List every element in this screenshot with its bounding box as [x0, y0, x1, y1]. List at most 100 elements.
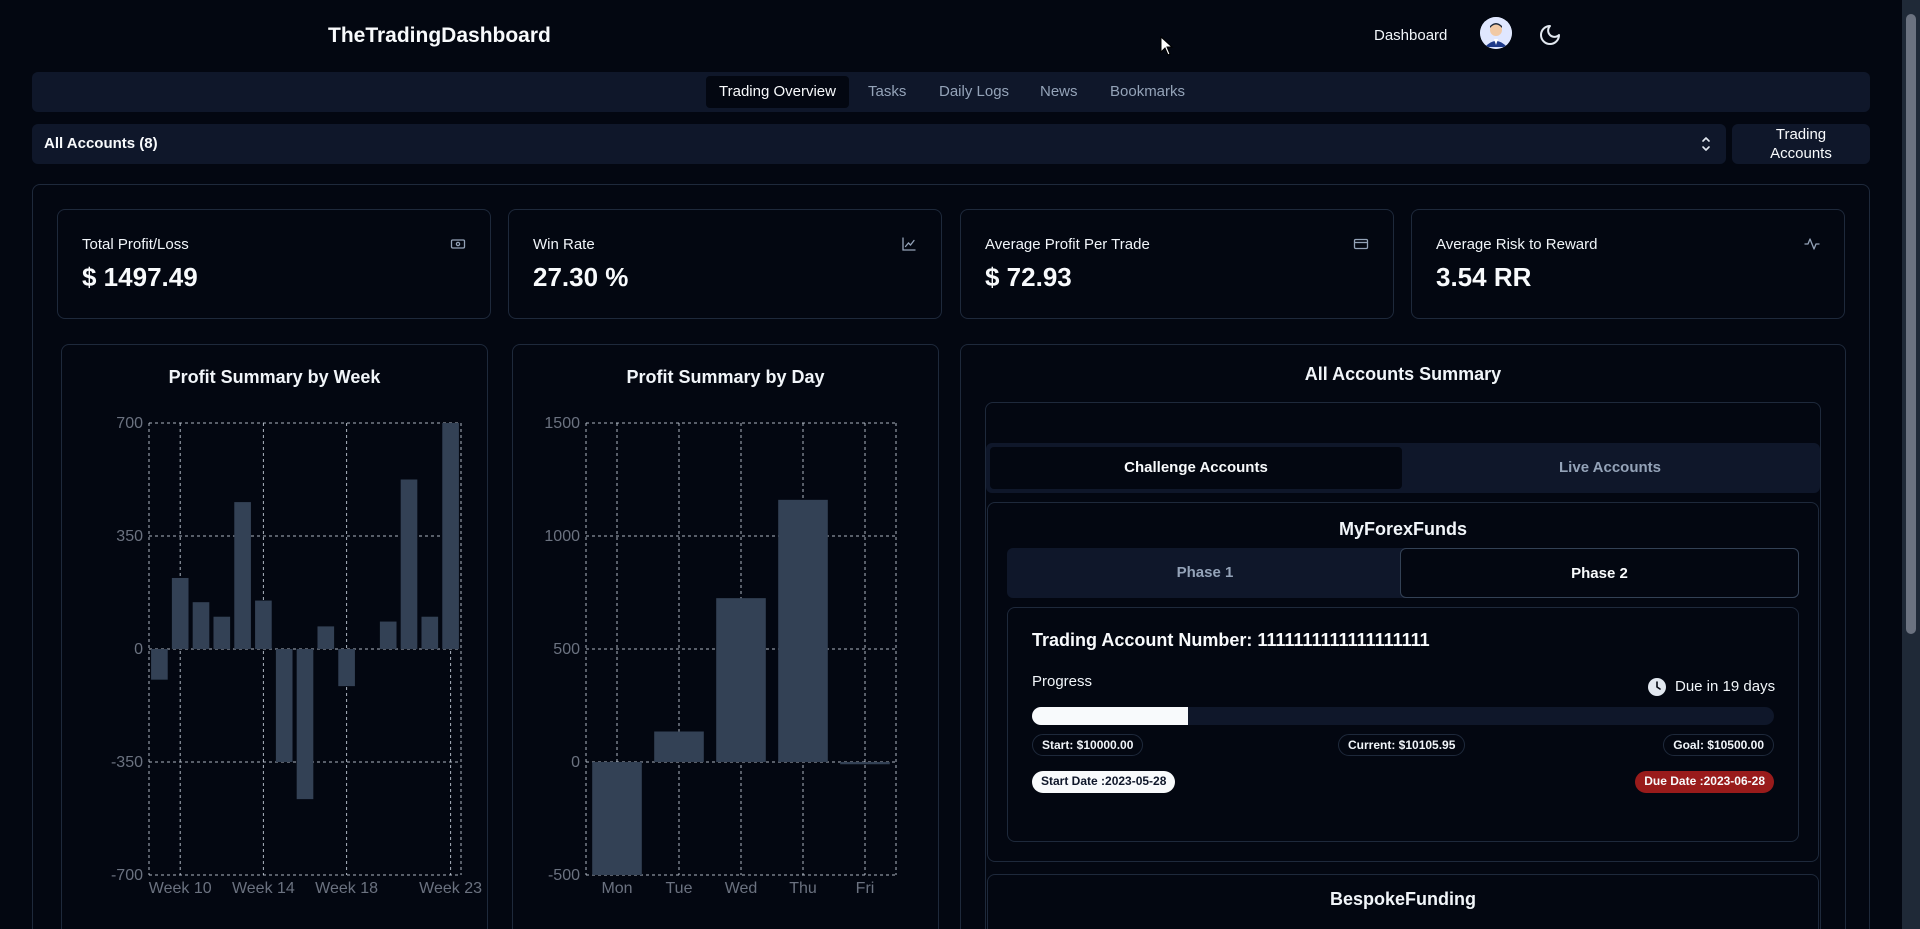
chart-title: Profit Summary by Day [626, 367, 825, 387]
bar-wed[interactable] [716, 598, 766, 762]
bar-week-17[interactable] [317, 626, 335, 649]
account-select[interactable]: All Accounts (8) [32, 124, 1726, 164]
bar-mon[interactable] [592, 762, 642, 875]
bar-week-18[interactable] [338, 649, 355, 687]
bar-week-21[interactable] [400, 479, 418, 650]
stat-card-total-profit: Total Profit/Loss $ 1497.49 [57, 209, 491, 319]
current-balance-badge: Current: $10105.95 [1338, 734, 1466, 756]
x-tick-label: Fri [856, 880, 875, 897]
scrollbar-thumb[interactable] [1906, 14, 1916, 634]
x-tick-label: Week 18 [315, 880, 378, 897]
account-number: Trading Account Number: 1111111111111111… [1032, 630, 1430, 650]
stat-value: 27.30 % [533, 262, 629, 292]
main-tabs: Trading Overview Tasks Daily Logs News B… [32, 72, 1870, 112]
tab-daily-logs[interactable]: Daily Logs [926, 76, 1022, 108]
daily-profit-chart: 1500 1000 500 0 -500 Mon Tue Wed Thu Fri [544, 415, 897, 897]
chevron-up-down-icon [1702, 137, 1710, 151]
x-tick-label: Week 14 [232, 880, 295, 897]
stat-title: Win Rate [533, 236, 595, 253]
stat-title: Average Profit Per Trade [985, 236, 1150, 253]
y-tick-label: 500 [553, 641, 580, 658]
bar-week-12[interactable] [213, 616, 231, 649]
bar-week-11[interactable] [192, 602, 210, 649]
summary-title: All Accounts Summary [1304, 364, 1502, 384]
bar-week-13[interactable] [234, 502, 251, 649]
x-tick-label: Mon [601, 880, 632, 897]
stat-card-win-rate: Win Rate 27.30 % [508, 209, 942, 319]
bar-week-20[interactable] [379, 621, 397, 649]
stat-card-risk-reward: Average Risk to Reward 3.54 RR [1411, 209, 1845, 319]
activity-icon [1804, 238, 1820, 250]
due-in-text: Due in 19 days [1675, 678, 1776, 695]
x-tick-label: Week 10 [149, 880, 212, 897]
stat-value: $ 1497.49 [82, 262, 198, 292]
credit-card-icon [1353, 238, 1369, 250]
stat-title: Total Profit/Loss [82, 236, 189, 253]
trading-accounts-button[interactable]: Trading Accounts [1732, 124, 1870, 164]
tab-bookmarks[interactable]: Bookmarks [1097, 76, 1198, 108]
progress-fill [1032, 707, 1188, 725]
y-tick-label: 0 [134, 641, 143, 658]
x-tick-label: Thu [789, 880, 817, 897]
account-select-value: All Accounts (8) [44, 135, 158, 152]
firm-card: BespokeFunding [987, 874, 1819, 929]
stat-value: 3.54 RR [1436, 262, 1532, 292]
x-tick-label: Tue [666, 880, 693, 897]
nav-dashboard-link[interactable]: Dashboard [1374, 27, 1447, 44]
trading-accounts-label-2: Accounts [1770, 145, 1832, 162]
bar-week-15[interactable] [275, 649, 293, 762]
weekly-profit-chart: 700 350 0 -350 -700 Week 10 Week 14 Week 18 Week… [111, 415, 482, 897]
firm-name: BespokeFunding [1329, 889, 1476, 909]
phase-toggle: Phase 1 Phase 2 [1007, 548, 1799, 598]
bar-week-23[interactable] [442, 423, 459, 649]
tab-news[interactable]: News [1027, 76, 1091, 108]
progress-bar [1032, 707, 1774, 725]
y-tick-label: 700 [116, 415, 143, 432]
brand-logo[interactable]: TheTradingDashboard [328, 24, 551, 48]
bar-week-10[interactable] [171, 577, 189, 649]
bar-fri[interactable] [840, 762, 890, 765]
firm-name: MyForexFunds [1338, 519, 1467, 539]
tab-challenge-accounts[interactable]: Challenge Accounts [990, 447, 1402, 489]
due-date-badge: Due Date :2023-06-28 [1635, 771, 1774, 793]
account-type-toggle: Challenge Accounts Live Accounts [986, 443, 1820, 493]
bar-thu[interactable] [778, 499, 828, 762]
tab-live-accounts[interactable]: Live Accounts [1404, 447, 1816, 489]
top-bar: TheTradingDashboard Dashboard [0, 0, 1902, 72]
page-scrollbar[interactable] [1902, 0, 1920, 929]
stat-value: $ 72.93 [985, 262, 1072, 292]
start-date-badge: Start Date :2023-05-28 [1032, 771, 1176, 793]
tab-trading-overview[interactable]: Trading Overview [706, 76, 849, 108]
trading-account-card: Trading Account Number: 1111111111111111… [1007, 607, 1799, 842]
y-tick-label: 1000 [544, 528, 580, 545]
goal-balance-badge: Goal: $10500.00 [1663, 734, 1774, 756]
tab-phase-2[interactable]: Phase 2 [1400, 548, 1799, 598]
trading-accounts-label-1: Trading [1775, 126, 1827, 143]
bar-week-14[interactable] [255, 600, 272, 649]
chart-title: Profit Summary by Week [168, 367, 381, 387]
y-tick-label: 0 [571, 754, 580, 771]
tab-tasks[interactable]: Tasks [855, 76, 919, 108]
y-tick-label: -500 [548, 867, 580, 884]
stat-card-avg-profit: Average Profit Per Trade $ 72.93 [960, 209, 1394, 319]
bar-week-22[interactable] [421, 616, 439, 649]
stat-title: Average Risk to Reward [1436, 236, 1598, 253]
mouse-cursor-icon [1160, 36, 1174, 56]
bar-week-16[interactable] [296, 649, 314, 800]
y-tick-label: -700 [111, 867, 143, 884]
y-tick-label: 350 [116, 528, 143, 545]
start-balance-badge: Start: $10000.00 [1032, 734, 1144, 756]
bar-week-9[interactable] [151, 649, 168, 680]
line-chart-icon [902, 237, 916, 251]
progress-label: Progress [1032, 673, 1093, 690]
x-tick-label: Week 23 [419, 880, 482, 897]
bar-tue[interactable] [654, 731, 704, 762]
avatar-icon[interactable] [1480, 17, 1512, 49]
cash-icon [450, 239, 466, 249]
y-tick-label: 1500 [544, 415, 580, 432]
x-tick-label: Wed [725, 880, 758, 897]
clock-icon [1648, 678, 1666, 696]
y-tick-label: -350 [111, 754, 143, 771]
tab-phase-1[interactable]: Phase 1 [1007, 548, 1403, 598]
moon-icon[interactable] [1538, 23, 1562, 47]
